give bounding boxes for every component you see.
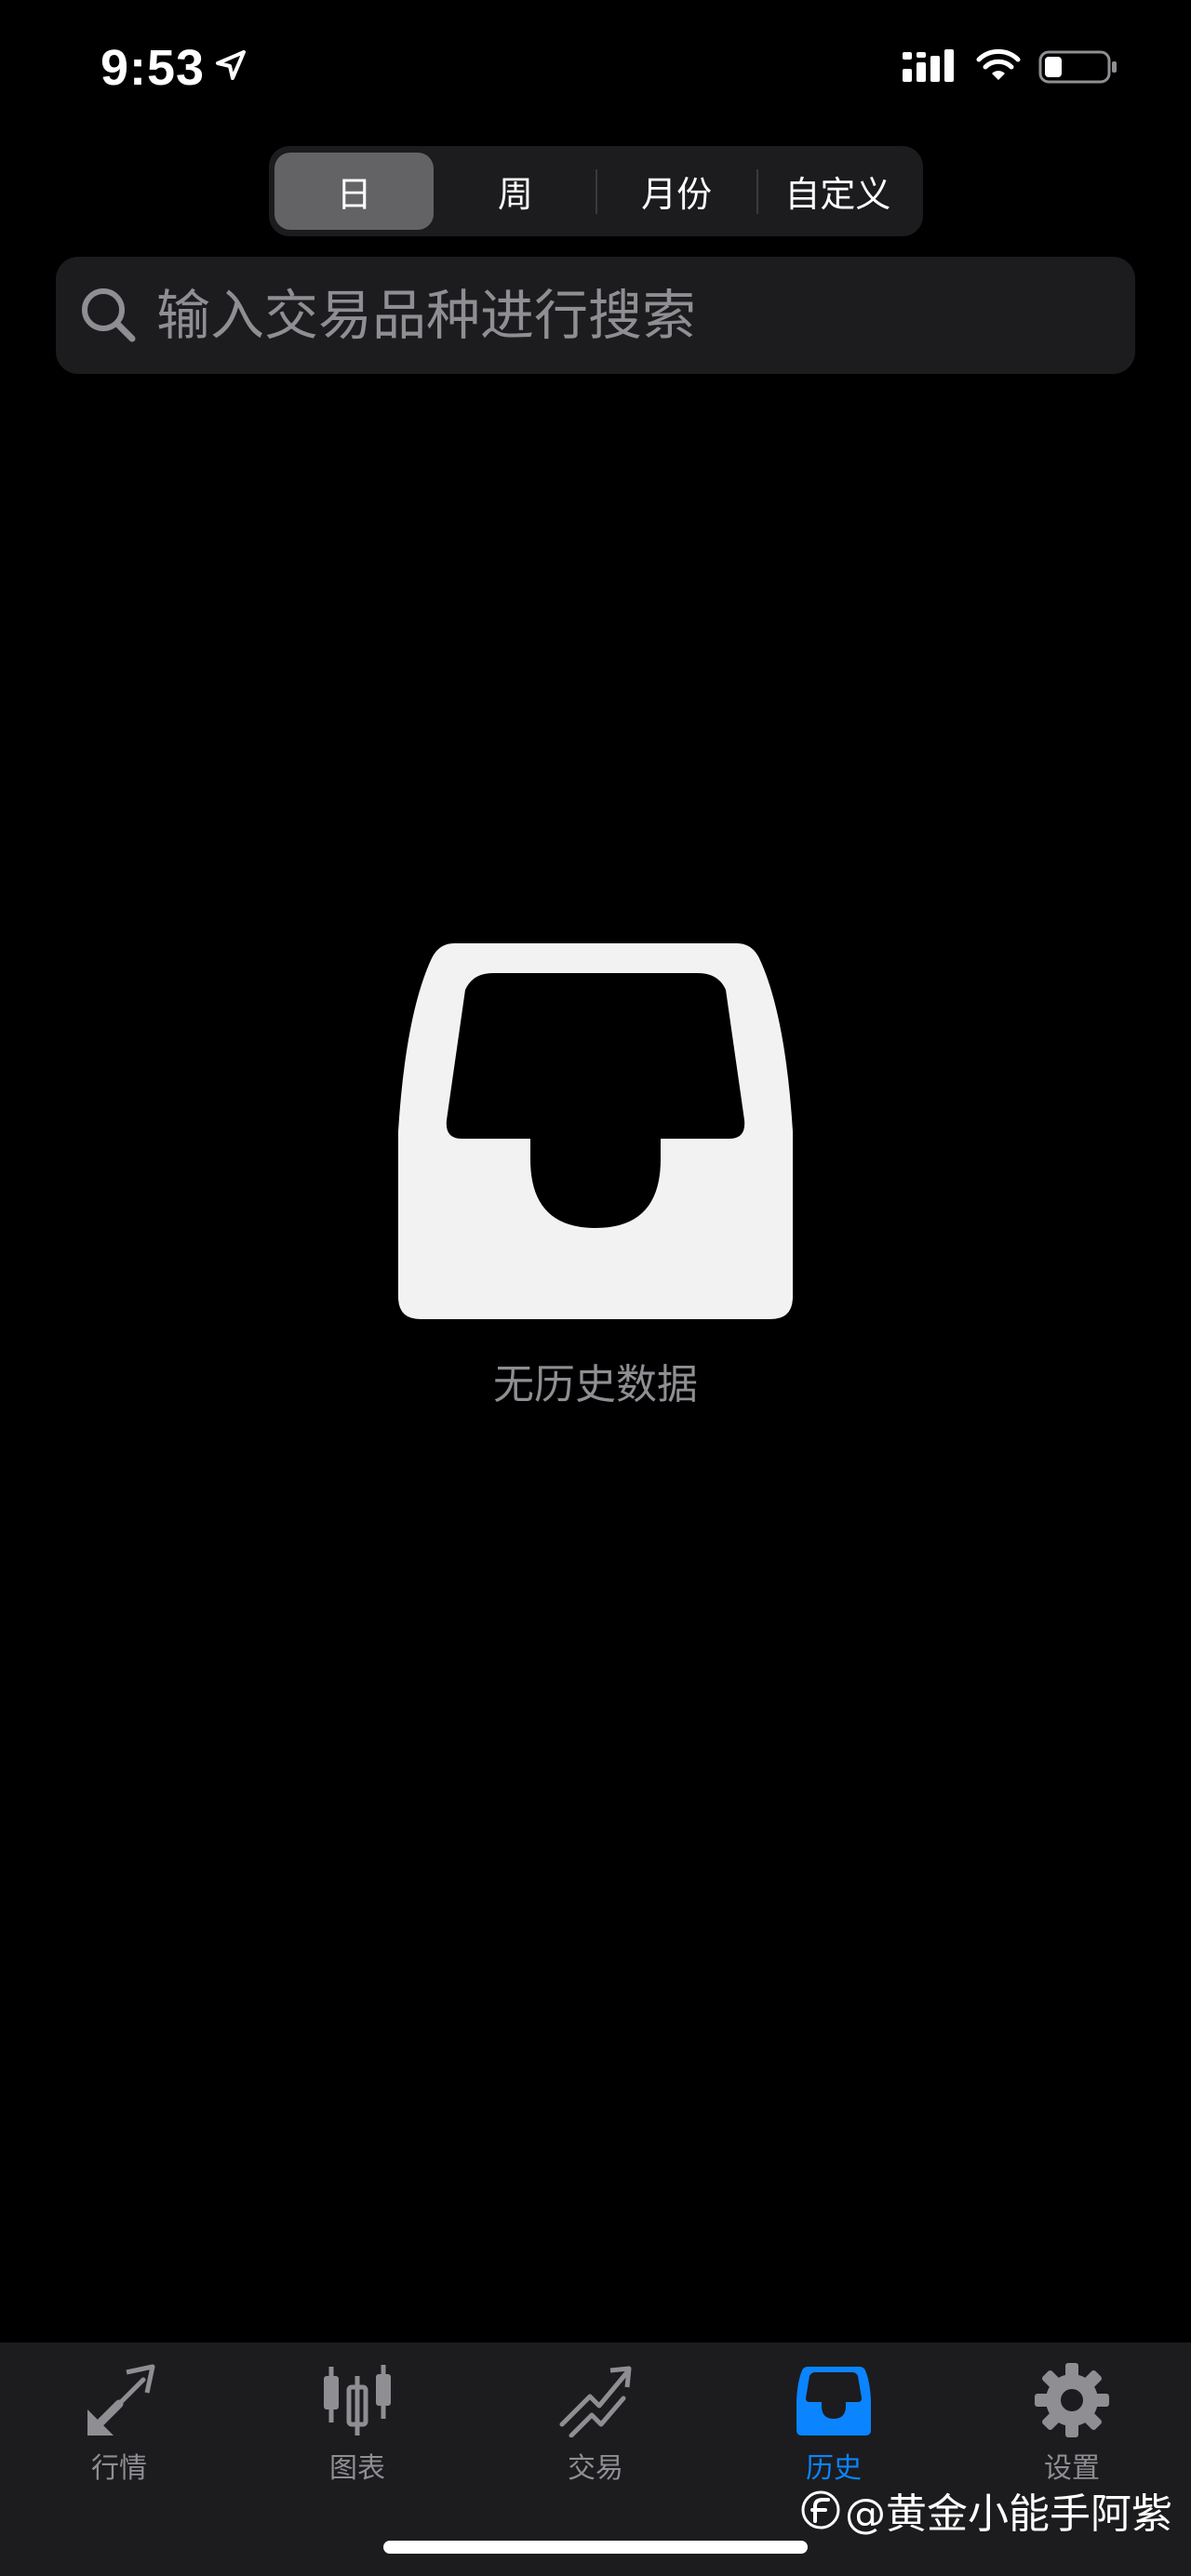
home-indicator[interactable] [383, 2541, 808, 2554]
segment-month[interactable]: 月份 [597, 153, 756, 230]
tab-quotes[interactable]: 行情 [0, 2342, 238, 2510]
period-segmented-control: 日 周 月份 自定义 [269, 146, 923, 236]
search-bar[interactable] [56, 257, 1135, 374]
history-tray-icon [796, 2367, 871, 2436]
tab-charts[interactable]: 图表 [238, 2342, 476, 2510]
segment-day[interactable]: 日 [274, 153, 435, 230]
status-bar: 9:53 [0, 0, 1191, 130]
tab-label: 图表 [329, 2452, 385, 2485]
watermark: @黄金小能手阿紫 [800, 2482, 1182, 2538]
tab-label: 行情 [91, 2452, 147, 2485]
battery-icon [1038, 50, 1117, 84]
segment-custom[interactable]: 自定义 [758, 153, 917, 230]
status-time: 9:53 [100, 40, 206, 96]
tab-trade[interactable]: 交易 [476, 2342, 715, 2510]
segment-week[interactable]: 周 [435, 153, 595, 230]
tab-label: 交易 [568, 2452, 623, 2485]
gear-icon [1035, 2363, 1109, 2437]
watermark-logo-icon [801, 2490, 840, 2529]
trade-trend-icon [559, 2366, 632, 2437]
quotes-arrows-icon [87, 2364, 155, 2436]
location-arrow-icon [216, 50, 246, 80]
search-icon [82, 288, 136, 342]
empty-state-text: 无历史数据 [493, 1361, 698, 1408]
search-input[interactable] [147, 257, 1115, 374]
cellular-signal-icon [903, 49, 954, 82]
wifi-icon [976, 48, 1021, 80]
candlestick-chart-icon [324, 2365, 391, 2436]
tray-icon [398, 943, 793, 1319]
watermark-text: @黄金小能手阿紫 [845, 2490, 1172, 2538]
